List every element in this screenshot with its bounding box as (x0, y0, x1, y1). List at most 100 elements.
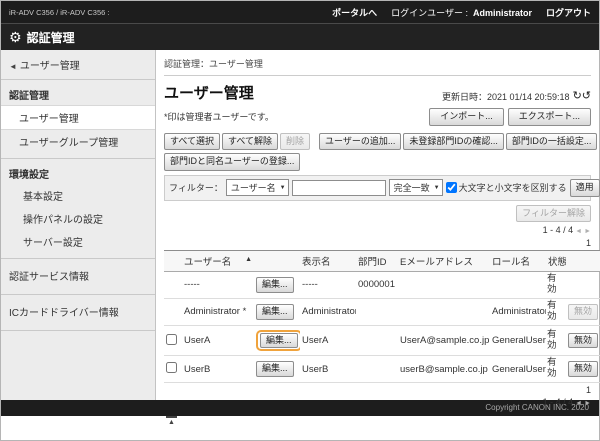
refresh-icon[interactable]: ↻↺ (573, 91, 591, 102)
filter-bar: フィルター： ユーザー名 ▼ 完全一致 ▼ 大文字と小文字を区別する 適用 (164, 175, 591, 201)
email-cell (398, 298, 490, 325)
sidebar-back-link[interactable]: ◄ユーザー管理 (1, 50, 155, 80)
disable-button[interactable]: 無効 (568, 361, 598, 377)
check-unregistered-dept-id-button[interactable]: 未登録部門IDの確認... (403, 133, 504, 151)
row-checkbox-cell (164, 272, 182, 299)
action-cell: 無効 (566, 325, 600, 356)
chevron-down-icon: ▼ (280, 185, 286, 191)
filter-label: フィルター： (169, 181, 223, 194)
page-prev-icon[interactable]: ◄ (575, 228, 582, 235)
pagination-current-page: 1 (586, 385, 591, 395)
pagination-bottom: 1 1 - 4 / 4◄► (164, 384, 591, 409)
table-row: UserB 編集... UserB userB@sample.co.jp Gen… (164, 356, 600, 383)
edit-button[interactable]: 編集... (256, 304, 294, 320)
email-cell: UserA@sample.co.jp (398, 325, 490, 356)
app-header: ⚙ 認証管理 (1, 24, 599, 50)
row-select-checkbox[interactable] (166, 334, 177, 345)
edit-cell: 編集... (254, 356, 300, 383)
top-device-bar: iR-ADV C356 / iR-ADV C356 : ポータルへ ログインユー… (1, 1, 599, 24)
user-name-cell: UserB (182, 356, 254, 383)
filter-match-select[interactable]: 完全一致 ▼ (389, 179, 443, 196)
row-checkbox-cell (164, 356, 182, 383)
action-cell: 無効 (566, 356, 600, 383)
case-sensitive-option[interactable]: 大文字と小文字を区別する (446, 181, 567, 194)
register-same-name-user-button[interactable]: 部門IDと同名ユーザーの登録... (164, 153, 300, 171)
sidebar: ◄ユーザー管理 認証管理 ユーザー管理 ユーザーグループ管理 環境設定 基本設定… (1, 50, 156, 400)
filter-input[interactable] (292, 180, 386, 196)
delete-button: 削除 (280, 133, 310, 151)
pagination-range: 1 - 4 / 4 (543, 225, 574, 235)
select-all-button[interactable]: すべて選択 (164, 133, 220, 151)
sidebar-item-user-management[interactable]: ユーザー管理 (1, 105, 155, 130)
header-action-col (566, 251, 600, 272)
breadcrumb: 認証管理：ユーザー管理 (164, 54, 591, 76)
display-name-cell: UserB (300, 356, 356, 383)
edit-button[interactable]: 編集... (260, 333, 298, 349)
user-table: ユーザー名▲ 表示名 部門ID Eメールアドレス ロール名 状態 ----- (164, 250, 600, 383)
logout-link[interactable]: ログアウト (546, 6, 591, 19)
filter-field-value: ユーザー名 (231, 181, 276, 194)
dept-id-cell (356, 356, 398, 383)
status-cell: 有効 (546, 325, 566, 356)
edit-cell: 編集... (254, 272, 300, 299)
user-name-cell: Administrator * (182, 298, 254, 325)
dept-id-cell (356, 325, 398, 356)
portal-link[interactable]: ポータルへ (332, 6, 377, 19)
edit-button[interactable]: 編集... (256, 361, 294, 377)
edit-button[interactable]: 編集... (256, 277, 294, 293)
display-name-cell: ----- (300, 272, 356, 299)
back-to-top-icon[interactable]: ▲ (166, 416, 177, 426)
batch-dept-id-button[interactable]: 部門IDの一括設定... (506, 133, 598, 151)
pagination-top: 1 - 4 / 4◄► 1 (164, 224, 591, 249)
header-edit-col (254, 251, 300, 272)
disable-button[interactable]: 無効 (568, 333, 598, 349)
edit-cell: 編集... (254, 298, 300, 325)
sidebar-item-ic-card-driver-info[interactable]: ICカードドライバー情報 (1, 298, 155, 325)
display-name-cell: UserA (300, 325, 356, 356)
add-user-button[interactable]: ユーザーの追加... (319, 133, 401, 151)
row-select-checkbox[interactable] (166, 362, 177, 373)
highlight-annotation: 編集... (256, 330, 300, 352)
filter-field-select[interactable]: ユーザー名 ▼ (226, 179, 289, 196)
dept-id-cell: 0000001 (356, 272, 398, 299)
page-next-icon[interactable]: ► (584, 228, 591, 235)
header-display-name: 表示名 (300, 251, 356, 272)
sidebar-item-user-group-management[interactable]: ユーザーグループ管理 (1, 130, 155, 153)
sidebar-item-basic-settings[interactable]: 基本設定 (1, 184, 155, 207)
sidebar-section-environment: 環境設定 (1, 162, 155, 184)
header-role: ロール名 (490, 251, 546, 272)
email-cell (398, 272, 490, 299)
status-cell: 有効 (546, 356, 566, 383)
sort-ascending-icon: ▲ (245, 256, 252, 263)
header-user-name[interactable]: ユーザー名▲ (182, 251, 254, 272)
filter-match-value: 完全一致 (394, 181, 430, 194)
export-button[interactable]: エクスポート... (508, 108, 591, 126)
deselect-all-button[interactable]: すべて解除 (222, 133, 278, 151)
clear-filter-button: フィルター解除 (516, 205, 591, 223)
sidebar-back-label: ユーザー管理 (20, 61, 80, 72)
gear-icon: ⚙ (9, 30, 22, 44)
disable-button: 無効 (568, 304, 598, 320)
sidebar-item-control-panel-settings[interactable]: 操作パネルの設定 (1, 207, 155, 230)
sidebar-section-auth-management: 認証管理 (1, 83, 155, 105)
table-row: UserA 編集... UserA UserA@sample.co.jp Gen… (164, 325, 600, 356)
role-cell: GeneralUser (490, 356, 546, 383)
table-row: Administrator * 編集... Administrator Admi… (164, 298, 600, 325)
dept-id-cell (356, 298, 398, 325)
back-arrow-icon: ◄ (9, 62, 17, 71)
status-cell: 有効 (546, 298, 566, 325)
import-button[interactable]: インポート... (429, 108, 504, 126)
sidebar-item-auth-service-info[interactable]: 認証サービス情報 (1, 262, 155, 289)
row-checkbox-cell (164, 325, 182, 356)
page-next-icon[interactable]: ► (584, 400, 591, 407)
role-cell (490, 272, 546, 299)
case-sensitive-checkbox[interactable] (446, 182, 457, 193)
apply-filter-button[interactable]: 適用 (570, 179, 600, 197)
sidebar-item-server-settings[interactable]: サーバー設定 (1, 230, 155, 253)
header-dept-id: 部門ID (356, 251, 398, 272)
user-name-cell: UserA (182, 325, 254, 356)
action-cell: 無効 (566, 298, 600, 325)
chevron-down-icon: ▼ (434, 185, 440, 191)
page-prev-icon[interactable]: ◄ (575, 400, 582, 407)
page-title: ユーザー管理 (164, 82, 254, 103)
